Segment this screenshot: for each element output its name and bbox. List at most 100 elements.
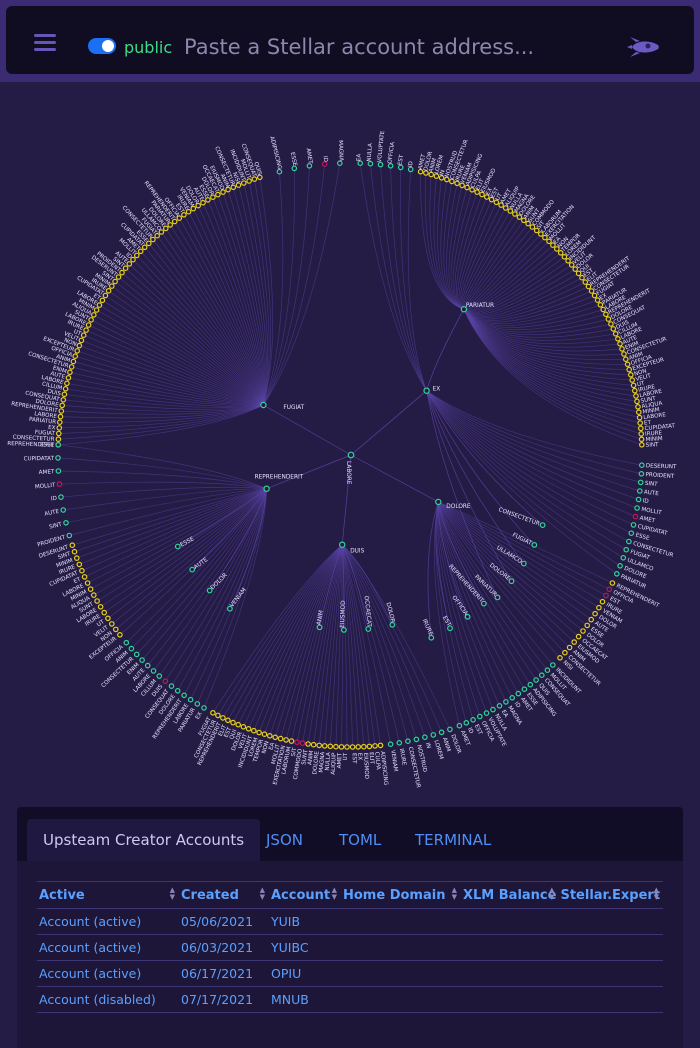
graph-node: [102, 292, 109, 299]
graph-node: [562, 649, 568, 656]
graph-link: [458, 199, 492, 310]
graph-node: [195, 202, 202, 209]
graph-node: [396, 739, 403, 746]
graph-node: [105, 288, 112, 294]
sort-icon: ▲ ▼: [331, 886, 337, 901]
graph-node: [67, 369, 73, 376]
sort-icon: ▲ ▼: [259, 886, 265, 901]
cell-account[interactable]: MNUB: [269, 986, 341, 1013]
cell-stellar-expert[interactable]: [558, 960, 663, 987]
graph-node: [240, 723, 247, 730]
graph-node: [580, 628, 586, 634]
graph-node: [277, 735, 284, 742]
graph-node: [615, 336, 621, 342]
table-row[interactable]: Account (active) 06/03/2021 YUIBC: [37, 934, 663, 961]
cell-account[interactable]: YUIBC: [269, 934, 341, 961]
cell-account[interactable]: OPIU: [269, 960, 341, 987]
graph-node: [154, 232, 161, 239]
graph-node: [316, 742, 323, 749]
column-label: Account: [271, 887, 331, 903]
graph-node: [72, 353, 79, 360]
tab-upstream-creator-accounts[interactable]: Upsteam Creator Accounts: [27, 819, 261, 861]
graph-node: [338, 744, 345, 750]
graph-node: [62, 385, 69, 392]
graph-node-label: IRURE: [421, 618, 434, 637]
graph-node-label: EST: [397, 154, 405, 166]
graph-node: [69, 542, 76, 549]
column-header-stellar-expert[interactable]: Stellar.Expert ▲ ▼: [558, 881, 663, 909]
graph-node: [610, 326, 617, 332]
graph-node-label: ID: [408, 161, 415, 168]
graph-node: [571, 639, 578, 645]
graph-hub-label: EX: [433, 387, 441, 393]
graph-link: [426, 309, 465, 391]
graph-node: [349, 744, 356, 750]
rocket-icon[interactable]: [626, 34, 662, 60]
column-header-active[interactable]: Active ▲ ▼: [37, 881, 179, 909]
graph-node: [520, 560, 527, 567]
sort-icon: ▲ ▼: [169, 886, 175, 901]
graph-nodes: [55, 160, 645, 750]
graph-node: [483, 710, 490, 716]
tab-toml[interactable]: TOML: [339, 819, 381, 861]
graph-node: [366, 743, 373, 750]
graph-node: [336, 160, 343, 167]
graph-node: [263, 485, 270, 492]
graph-node: [527, 681, 534, 688]
graph-node: [235, 721, 242, 728]
graph-node: [599, 598, 606, 605]
graph-node: [201, 705, 207, 711]
graph-node: [119, 269, 125, 276]
graph-node: [78, 337, 85, 344]
graph-node: [176, 215, 183, 221]
graph-node: [347, 451, 355, 459]
graph-link: [400, 167, 427, 391]
cell-account[interactable]: YUIB: [269, 908, 341, 935]
column-header-account[interactable]: Account ▲ ▼: [269, 881, 341, 909]
graph-node: [94, 598, 100, 604]
table-header-row: Active ▲ ▼ Created ▲ ▼ Account ▲ ▼ Home Domain…: [37, 881, 663, 909]
hamburger-menu-icon[interactable]: [34, 34, 56, 52]
column-header-created[interactable]: Created ▲ ▼: [179, 881, 269, 909]
graph-node-label: ULLAMCO: [495, 545, 523, 565]
graph-node: [635, 403, 641, 410]
graph-node: [447, 726, 453, 733]
graph-node: [638, 431, 645, 437]
table-row[interactable]: Account (active) 06/17/2021 OPIU: [37, 960, 663, 987]
graph-node-label: DOLOR: [384, 602, 395, 623]
column-header-xlm-balance[interactable]: XLM Balance ▲ ▼: [461, 881, 559, 909]
graph-node: [305, 741, 311, 747]
cell-stellar-expert[interactable]: [558, 908, 663, 935]
cell-stellar-expert[interactable]: [558, 986, 663, 1013]
graph-node: [91, 312, 97, 318]
graph-link: [426, 390, 618, 575]
column-header-home-domain[interactable]: Home Domain ▲ ▼: [341, 881, 461, 909]
graph-node: [377, 742, 384, 749]
tab-terminal[interactable]: TERMINAL: [415, 819, 491, 861]
graph-node: [134, 252, 140, 259]
graph-node: [139, 657, 145, 663]
graph-node: [621, 351, 627, 357]
cell-stellar-expert[interactable]: [558, 934, 663, 961]
graph-node: [344, 744, 350, 750]
table-row[interactable]: Account (disabled) 07/17/2021 MNUB: [37, 986, 663, 1013]
account-search-input[interactable]: [178, 28, 610, 66]
network-toggle[interactable]: [88, 38, 116, 54]
graph-node: [480, 600, 487, 607]
graph-node: [83, 327, 89, 333]
network-label: public: [124, 38, 173, 57]
graph-link: [159, 488, 267, 677]
graph-node: [56, 481, 63, 487]
graph-node: [61, 391, 68, 398]
graph-node: [283, 737, 289, 743]
graph-node-label: ID: [51, 496, 58, 503]
cell-home-domain: [341, 986, 461, 1013]
graph-node: [430, 732, 437, 738]
graph-node: [156, 673, 163, 679]
graph-node: [629, 377, 636, 383]
graph-node: [365, 626, 372, 632]
graph-node: [122, 265, 129, 272]
table-row[interactable]: Account (active) 05/06/2021 YUIB: [37, 908, 663, 935]
tab-json[interactable]: JSON: [266, 819, 303, 861]
graph-node: [260, 401, 267, 409]
